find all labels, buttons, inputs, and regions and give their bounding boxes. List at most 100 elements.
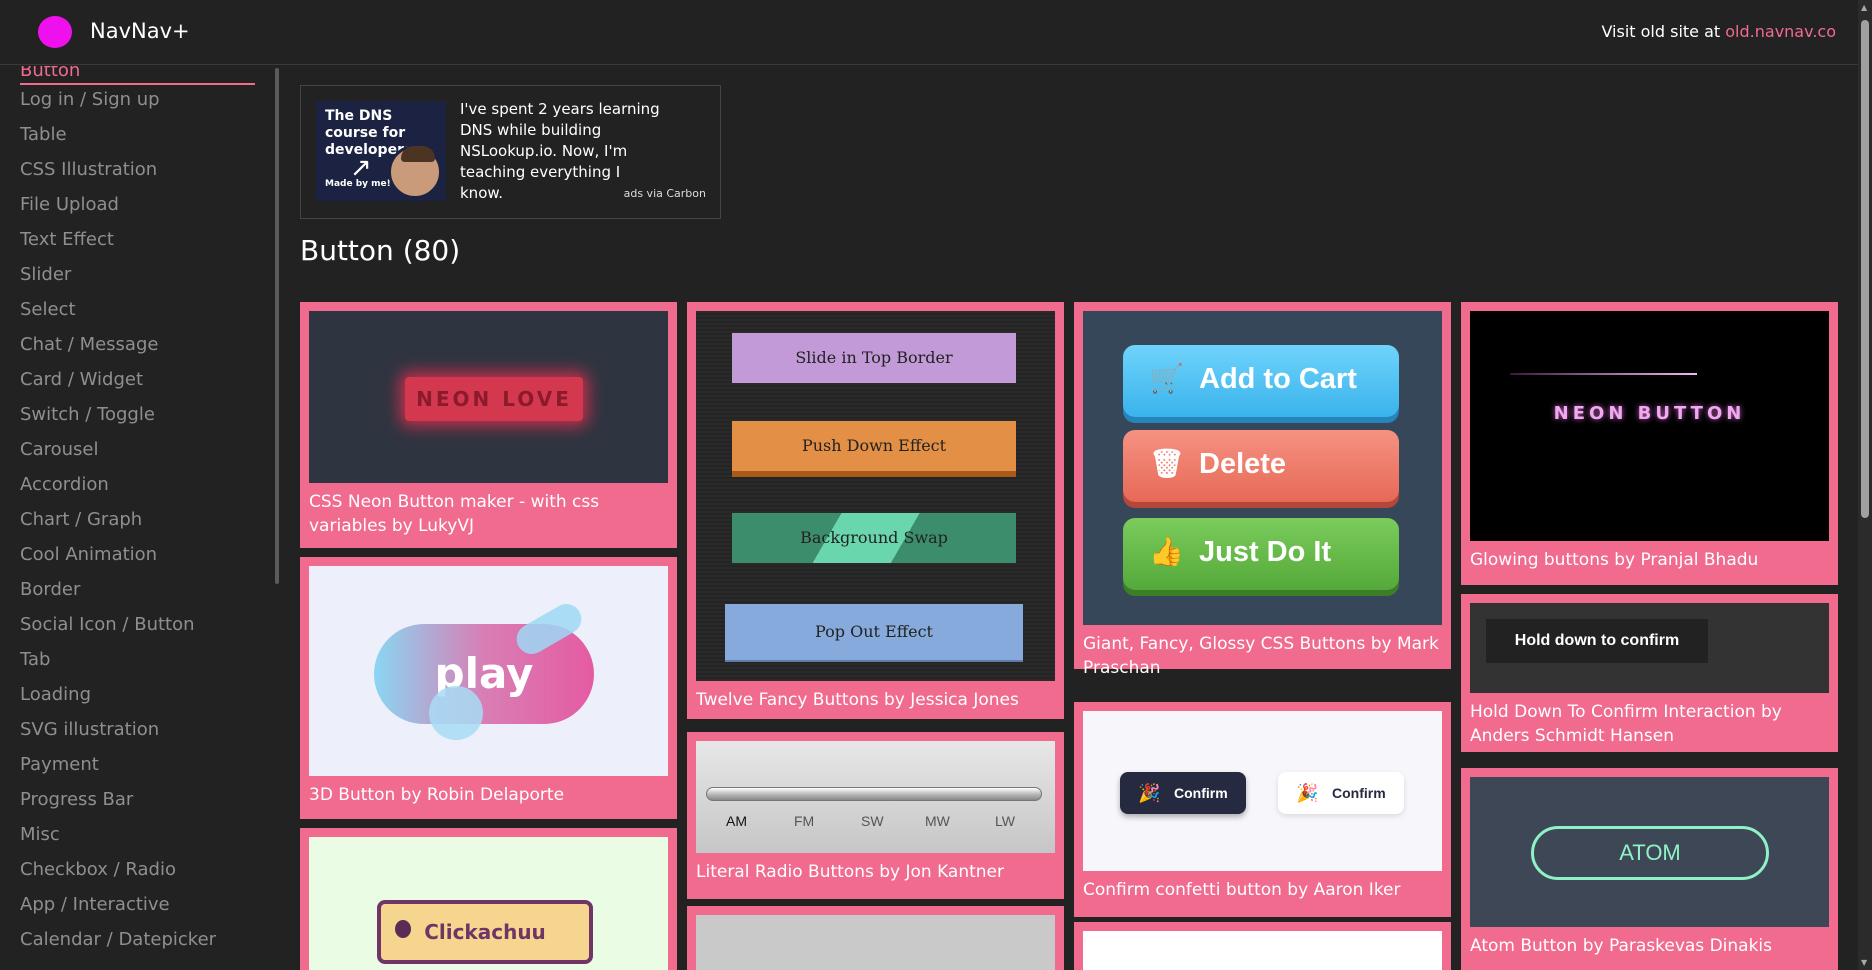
party-popper-icon: 🎉 bbox=[1296, 783, 1319, 803]
sidebar-item-payment[interactable]: Payment bbox=[20, 754, 99, 775]
sidebar-item-calendar[interactable]: Calendar / Datepicker bbox=[20, 929, 216, 950]
sidebar-item-tab[interactable]: Tab bbox=[20, 649, 50, 670]
scrollbar-thumb[interactable] bbox=[1861, 20, 1869, 518]
sidebar-item-carousel[interactable]: Carousel bbox=[20, 439, 98, 460]
card-glowing-buttons[interactable]: NEON BUTTON Glowing buttons by Pranjal B… bbox=[1461, 302, 1838, 585]
card-caption[interactable]: Atom Button by Paraskevas Dinakis bbox=[1470, 927, 1829, 958]
sidebar-item-slider[interactable]: Slider bbox=[20, 264, 71, 285]
card-caption[interactable]: 3D Button by Robin Delaporte bbox=[309, 776, 668, 807]
sidebar-item-svg-illustration[interactable]: SVG illustration bbox=[20, 719, 159, 740]
sidebar-item-chat[interactable]: Chat / Message bbox=[20, 334, 158, 355]
sidebar-item-switch[interactable]: Switch / Toggle bbox=[20, 404, 155, 425]
card-thumbnail[interactable]: Clickachuu bbox=[309, 837, 668, 970]
trash-icon: 🗑 bbox=[1149, 448, 1185, 479]
carbon-ad[interactable]: The DNS course for developers ↗ Made by … bbox=[300, 85, 721, 219]
sidebar-item-button[interactable]: Button bbox=[20, 66, 255, 85]
card-neon-button[interactable]: NEON LOVE CSS Neon Button maker - with c… bbox=[300, 302, 677, 548]
avatar bbox=[388, 145, 442, 199]
sidebar-item-card[interactable]: Card / Widget bbox=[20, 369, 143, 390]
confirm-light-button: 🎉 Confirm bbox=[1278, 772, 1404, 814]
sidebar-item-social-icon[interactable]: Social Icon / Button bbox=[20, 614, 195, 635]
cart-icon: 🛒 bbox=[1149, 363, 1184, 394]
eye-icon bbox=[395, 920, 411, 938]
card-thumbnail[interactable]: AM FM SW MW LW bbox=[696, 741, 1055, 853]
radio-dial bbox=[706, 787, 1042, 801]
pop-out-button: Pop Out Effect bbox=[725, 604, 1023, 660]
card-clickachuu[interactable]: Clickachuu bbox=[300, 828, 677, 970]
sidebar-item-file-upload[interactable]: File Upload bbox=[20, 194, 119, 215]
sidebar-item-checkbox[interactable]: Checkbox / Radio bbox=[20, 859, 176, 880]
card-caption[interactable]: Confirm confetti button by Aaron Iker bbox=[1083, 871, 1442, 902]
old-site-link[interactable]: old.navnav.co bbox=[1725, 22, 1836, 41]
card-caption[interactable]: Literal Radio Buttons by Jon Kantner bbox=[696, 853, 1055, 884]
atom-button: ATOM bbox=[1531, 826, 1769, 880]
sidebar-item-app[interactable]: App / Interactive bbox=[20, 894, 170, 915]
card-confirm-confetti[interactable]: 🎉 Confirm 🎉 Confirm Confirm confetti butto… bbox=[1074, 702, 1451, 917]
sidebar-item-text-effect[interactable]: Text Effect bbox=[20, 229, 114, 250]
brand-name[interactable]: NavNav+ bbox=[90, 19, 190, 43]
party-popper-icon: 🎉 bbox=[1138, 783, 1161, 803]
card-caption[interactable]: Twelve Fancy Buttons by Jessica Jones bbox=[696, 681, 1055, 712]
sidebar-scrollbar[interactable] bbox=[275, 68, 279, 584]
sidebar-item-border[interactable]: Border bbox=[20, 579, 80, 600]
page-title: Button (80) bbox=[300, 234, 461, 267]
confirm-label: Confirm bbox=[1174, 785, 1228, 801]
card-hold-to-confirm[interactable]: Hold down to confirm Hold Down To Confir… bbox=[1461, 594, 1838, 752]
top-header: NavNav+ Visit old site at old.navnav.co bbox=[0, 0, 1858, 65]
card-thumbnail[interactable]: 🛒 Add to Cart 🗑 Delete 👍 Just Do It bbox=[1083, 311, 1442, 625]
sidebar-item-table[interactable]: Table bbox=[20, 124, 67, 145]
card-more[interactable] bbox=[687, 906, 1064, 970]
sidebar-item-accordion[interactable]: Accordion bbox=[20, 474, 109, 495]
neon-love-button: NEON LOVE bbox=[405, 377, 583, 421]
confirm-dark-button: 🎉 Confirm bbox=[1120, 772, 1246, 814]
bubble-decoration bbox=[429, 686, 483, 740]
card-thumbnail[interactable]: 🎉 Confirm 🎉 Confirm bbox=[1083, 711, 1442, 871]
card-thumbnail[interactable]: Slide in Top Border Push Down Effect Bac… bbox=[696, 311, 1055, 681]
card-thumbnail[interactable] bbox=[1083, 931, 1442, 970]
sidebar-item-select[interactable]: Select bbox=[20, 299, 76, 320]
sidebar-item-chart[interactable]: Chart / Graph bbox=[20, 509, 142, 530]
card-more[interactable] bbox=[1074, 922, 1451, 970]
sidebar-item-css-illustration[interactable]: CSS Illustration bbox=[20, 159, 157, 180]
radio-label: AM bbox=[726, 813, 747, 829]
ad-image[interactable]: The DNS course for developers ↗ Made by … bbox=[316, 101, 446, 201]
page-scrollbar[interactable]: ▲ ▼ bbox=[1858, 0, 1872, 970]
card-thumbnail[interactable] bbox=[696, 915, 1055, 970]
card-fancy-buttons[interactable]: Slide in Top Border Push Down Effect Bac… bbox=[687, 302, 1064, 719]
main-content: The DNS course for developers ↗ Made by … bbox=[280, 66, 1858, 970]
sidebar-item-loading[interactable]: Loading bbox=[20, 684, 91, 705]
radio-label: LW bbox=[995, 813, 1015, 829]
sidebar-item-progress-bar[interactable]: Progress Bar bbox=[20, 789, 133, 810]
sidebar-item-misc[interactable]: Misc bbox=[20, 824, 60, 845]
card-radio-buttons[interactable]: AM FM SW MW LW Literal Radio Buttons by … bbox=[687, 732, 1064, 899]
push-down-button: Push Down Effect bbox=[732, 421, 1016, 471]
card-atom-button[interactable]: ATOM Atom Button by Paraskevas Dinakis bbox=[1461, 768, 1838, 970]
scroll-up-icon[interactable]: ▲ bbox=[1861, 3, 1867, 12]
card-thumbnail[interactable]: NEON LOVE bbox=[309, 311, 668, 483]
just-do-it-label: Just Do It bbox=[1199, 536, 1332, 568]
sidebar-item-login[interactable]: Log in / Sign up bbox=[20, 89, 160, 110]
add-to-cart-label: Add to Cart bbox=[1199, 363, 1357, 395]
clickachuu-button: Clickachuu bbox=[377, 900, 593, 964]
delete-label: Delete bbox=[1199, 448, 1287, 480]
scroll-down-icon[interactable]: ▼ bbox=[1861, 958, 1867, 967]
card-3d-button[interactable]: play 3D Button by Robin Delaporte bbox=[300, 557, 677, 819]
card-caption[interactable]: Giant, Fancy, Glossy CSS Buttons by Mark… bbox=[1083, 625, 1442, 680]
card-thumbnail[interactable]: play bbox=[309, 566, 668, 776]
card-thumbnail[interactable]: NEON BUTTON bbox=[1470, 311, 1829, 541]
slide-top-border-button: Slide in Top Border bbox=[732, 333, 1016, 383]
hold-button: Hold down to confirm bbox=[1486, 619, 1708, 663]
sidebar-item-cool-animation[interactable]: Cool Animation bbox=[20, 544, 157, 565]
radio-label: MW bbox=[925, 813, 950, 829]
visit-prefix: Visit old site at bbox=[1601, 22, 1726, 41]
logo-icon[interactable] bbox=[38, 16, 72, 48]
card-caption[interactable]: CSS Neon Button maker - with css variabl… bbox=[309, 483, 668, 538]
card-thumbnail[interactable]: Hold down to confirm bbox=[1470, 603, 1829, 693]
ad-via[interactable]: ads via Carbon bbox=[624, 187, 706, 200]
card-caption[interactable]: Glowing buttons by Pranjal Bhadu bbox=[1470, 541, 1829, 572]
ad-image-sub: Made by me! bbox=[325, 179, 391, 189]
card-glossy-buttons[interactable]: 🛒 Add to Cart 🗑 Delete 👍 Just Do It Giant, … bbox=[1074, 302, 1451, 678]
confirm-label: Confirm bbox=[1332, 785, 1386, 801]
card-caption[interactable]: Hold Down To Confirm Interaction by Ande… bbox=[1470, 693, 1829, 748]
card-thumbnail[interactable]: ATOM bbox=[1470, 777, 1829, 927]
